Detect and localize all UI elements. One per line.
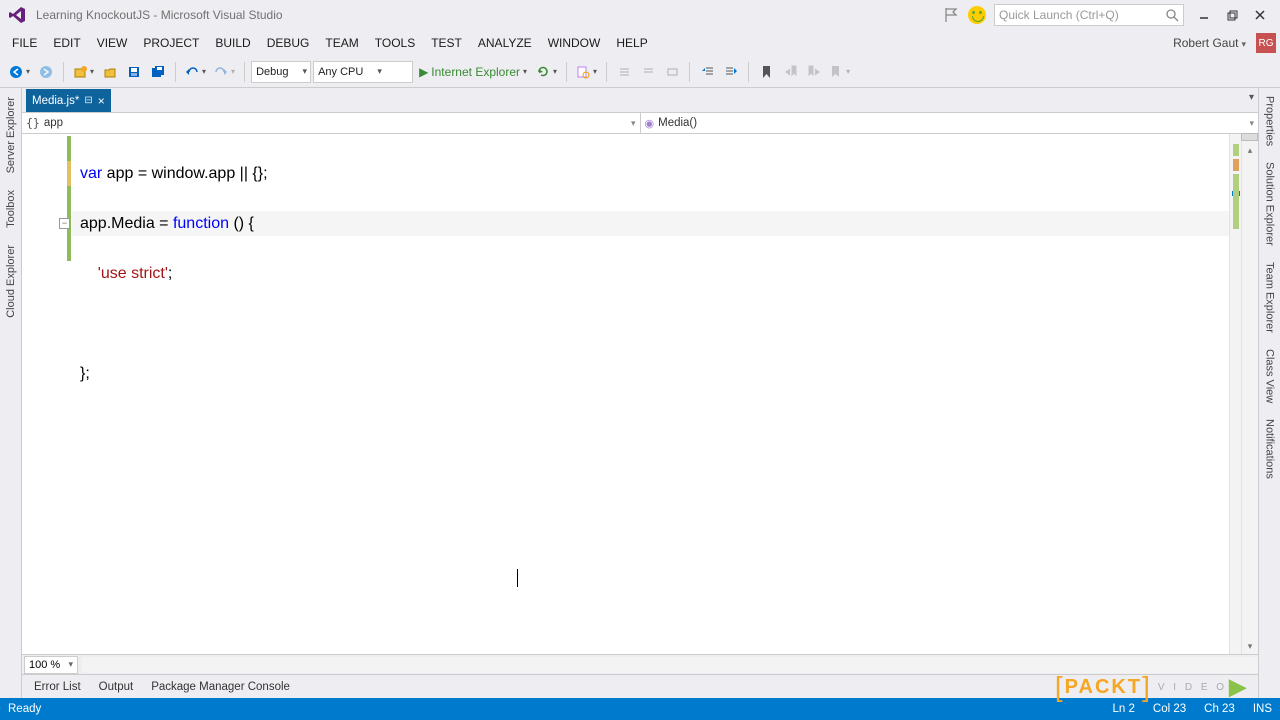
notifications-flag-icon[interactable] [944,7,960,23]
menu-build[interactable]: BUILD [207,32,258,54]
main-area: Server Explorer Toolbox Cloud Explorer M… [0,88,1280,698]
right-tab-class-view[interactable]: Class View [1262,341,1278,411]
left-dock: Server Explorer Toolbox Cloud Explorer [0,88,22,698]
namespace-icon: {} [26,116,40,130]
undo-button[interactable] [182,61,209,83]
new-project-button[interactable] [70,61,97,83]
right-dock: Properties Solution Explorer Team Explor… [1258,88,1280,698]
quick-launch-input[interactable]: Quick Launch (Ctrl+Q) [994,4,1184,26]
member-dropdown[interactable]: ◉Media() [641,113,1259,133]
status-ch: Ch 23 [1204,703,1235,715]
status-ready: Ready [8,703,41,715]
next-bookmark-button[interactable] [803,61,825,83]
vs-logo-icon [6,4,28,26]
zoom-select[interactable]: 100 % [24,656,78,674]
document-tab-label: Media.js* [32,95,79,107]
menu-debug[interactable]: DEBUG [259,32,318,54]
split-handle[interactable] [1241,133,1258,141]
bottom-tool-tabs: Error List Output Package Manager Consol… [22,674,1258,698]
uncomment-button[interactable] [637,61,659,83]
config-select[interactable]: Debug [251,61,311,83]
signed-in-user[interactable]: Robert Gaut▾ [1167,32,1252,54]
tab-output[interactable]: Output [91,678,142,696]
scope-dropdown[interactable]: {}app [22,113,641,133]
scroll-down-icon[interactable]: ▾ [1242,638,1258,654]
menu-view[interactable]: VIEW [89,32,136,54]
chevron-down-icon: ▾ [1241,39,1246,49]
left-tab-server-explorer[interactable]: Server Explorer [3,88,19,181]
start-debug-button[interactable]: ▶Internet Explorer [415,61,531,83]
right-tab-solution-explorer[interactable]: Solution Explorer [1262,154,1278,254]
tab-overflow-button[interactable]: ▾ [1249,92,1254,103]
method-icon: ◉ [645,117,655,130]
browser-refresh-button[interactable] [533,61,560,83]
feedback-smile-icon[interactable] [968,6,986,24]
status-line: Ln 2 [1113,703,1135,715]
code-nav-bar: {}app ◉Media() [22,112,1258,134]
increase-indent-button[interactable] [720,61,742,83]
editor-pane: Media.js* ⊟ × ▾ {}app ◉Media() [22,88,1258,698]
nav-forward-button[interactable] [35,61,57,83]
menu-tools[interactable]: TOOLS [367,32,423,54]
right-tab-properties[interactable]: Properties [1262,88,1278,154]
document-tab-media[interactable]: Media.js* ⊟ × [26,89,111,112]
menu-edit[interactable]: EDIT [45,32,88,54]
status-col: Col 23 [1153,703,1186,715]
standard-toolbar: Debug Any CPU ▶Internet Explorer [0,56,1280,88]
menu-test[interactable]: TEST [423,32,470,54]
menu-analyze[interactable]: ANALYZE [470,32,540,54]
save-all-button[interactable] [147,61,169,83]
left-tab-toolbox[interactable]: Toolbox [3,181,19,236]
tab-error-list[interactable]: Error List [26,678,89,696]
code-text[interactable]: var app = window.app || {}; −app.Media =… [72,134,1229,654]
menu-team[interactable]: TEAM [317,32,366,54]
fold-toggle-icon[interactable]: − [59,218,70,229]
search-icon [1166,9,1179,22]
packt-watermark: [PACKT] V I D E O▶ [1055,671,1248,703]
find-in-files-button[interactable] [573,61,600,83]
vertical-scrollbar[interactable]: ▴ ▾ [1241,134,1258,654]
window-title: Learning KnockoutJS - Microsoft Visual S… [36,8,283,22]
minimize-button[interactable] [1190,4,1218,26]
scroll-up-icon[interactable]: ▴ [1242,142,1258,158]
menu-help[interactable]: HELP [608,32,655,54]
text-caret [517,569,518,587]
menu-file[interactable]: FILE [4,32,45,54]
close-tab-icon[interactable]: × [98,94,105,108]
right-tab-team-explorer[interactable]: Team Explorer [1262,254,1278,341]
right-tab-notifications[interactable]: Notifications [1262,411,1278,487]
save-button[interactable] [123,61,145,83]
overview-ruler[interactable] [1229,134,1241,654]
editor-gutter [22,134,72,654]
pin-icon[interactable]: ⊟ [84,95,92,106]
clear-bookmarks-button[interactable] [827,61,853,83]
menu-project[interactable]: PROJECT [135,32,207,54]
nav-back-button[interactable] [6,61,33,83]
tab-package-manager[interactable]: Package Manager Console [143,678,298,696]
menu-window[interactable]: WINDOW [540,32,609,54]
decrease-indent-button[interactable] [696,61,718,83]
quick-launch-placeholder: Quick Launch (Ctrl+Q) [999,8,1166,22]
comment-button[interactable] [613,61,635,83]
left-tab-cloud-explorer[interactable]: Cloud Explorer [3,236,19,326]
document-tabs: Media.js* ⊟ × ▾ [22,88,1258,112]
platform-select[interactable]: Any CPU [313,61,413,83]
close-button[interactable] [1246,4,1274,26]
redo-button[interactable] [211,61,238,83]
user-badge[interactable]: RG [1256,33,1276,53]
code-editor[interactable]: var app = window.app || {}; −app.Media =… [22,134,1258,654]
title-bar: Learning KnockoutJS - Microsoft Visual S… [0,0,1280,30]
prev-bookmark-button[interactable] [779,61,801,83]
menu-bar: FILE EDIT VIEW PROJECT BUILD DEBUG TEAM … [0,30,1280,56]
status-ins: INS [1253,703,1272,715]
open-file-button[interactable] [99,61,121,83]
maximize-button[interactable] [1218,4,1246,26]
bookmark-button[interactable] [755,61,777,83]
toggle-button[interactable] [661,61,683,83]
